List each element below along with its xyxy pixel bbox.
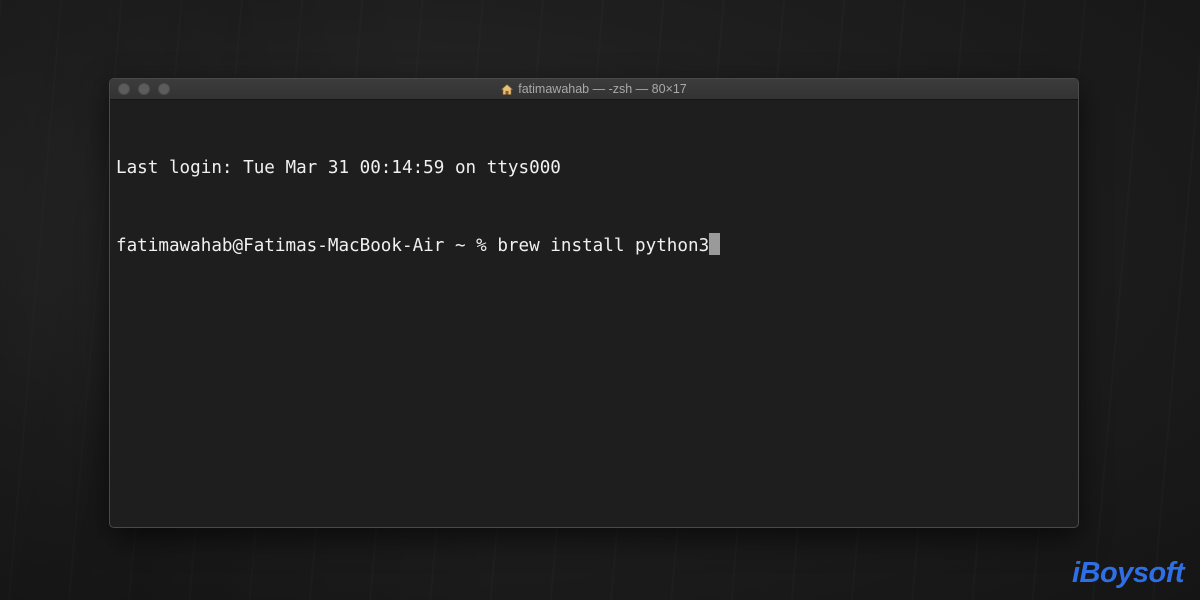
terminal-output[interactable]: Last login: Tue Mar 31 00:14:59 on ttys0… (110, 100, 1078, 314)
title-bar[interactable]: fatimawahab — -zsh — 80×17 (110, 79, 1078, 100)
close-button[interactable] (118, 83, 130, 95)
window-title: fatimawahab — -zsh — 80×17 (501, 82, 687, 96)
window-controls (118, 83, 170, 95)
terminal-prompt-line[interactable]: fatimawahab@Fatimas-MacBook-Air ~ % brew… (116, 233, 1072, 259)
window-title-text: fatimawahab — -zsh — 80×17 (518, 82, 687, 96)
terminal-window[interactable]: fatimawahab — -zsh — 80×17 Last login: T… (109, 78, 1079, 528)
terminal-line: Last login: Tue Mar 31 00:14:59 on ttys0… (116, 158, 561, 178)
zoom-button[interactable] (158, 83, 170, 95)
text-cursor (709, 233, 721, 255)
home-icon (501, 83, 514, 95)
command-input[interactable]: fatimawahab@Fatimas-MacBook-Air ~ % brew… (116, 236, 709, 256)
minimize-button[interactable] (138, 83, 150, 95)
iboysoft-logo: iBoysoft (1072, 557, 1185, 589)
